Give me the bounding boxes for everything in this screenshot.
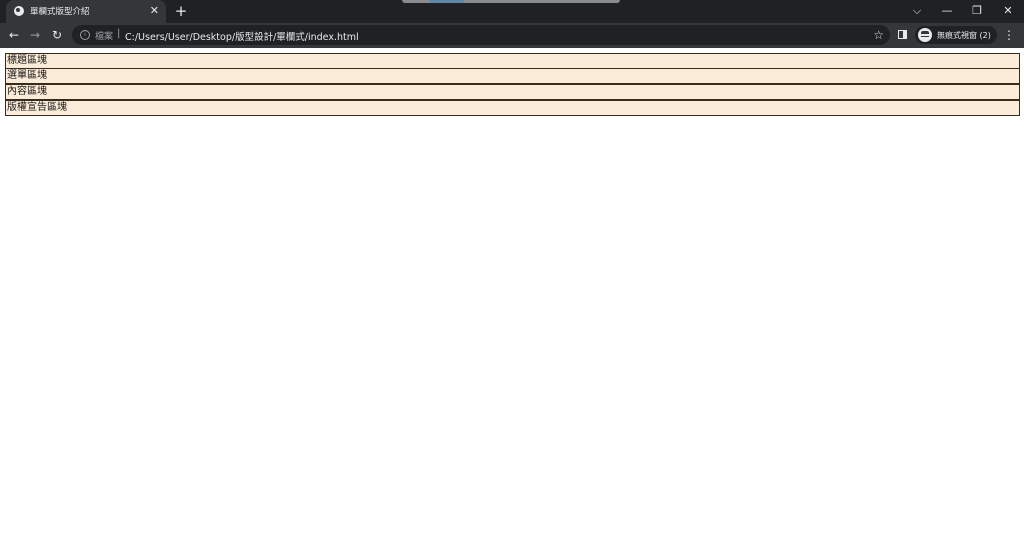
menu-region: 選單區塊 [5,68,1020,84]
url-text[interactable]: C:/Users/User/Desktop/版型設計/單欄式/index.htm… [125,29,359,43]
tab-strip: 單欄式版型介紹 ✕ + ⌵ — ❐ ✕ [0,0,1024,23]
close-window-button[interactable]: ✕ [993,2,1023,20]
incognito-icon [918,28,932,42]
browser-toolbar: ← → ↻ i 檔案 | C:/Users/User/Desktop/版型設計/… [0,23,1024,48]
forward-button[interactable]: → [26,26,44,44]
footer-region: 版權宣告區塊 [5,100,1020,116]
tab-active[interactable]: 單欄式版型介紹 ✕ [6,0,166,23]
incognito-label: 無痕式視窗 (2) [937,31,991,40]
url-divider: | [117,28,121,39]
incognito-indicator[interactable]: 無痕式視窗 (2) [915,26,997,44]
header-region: 標題區塊 [5,53,1020,69]
page-viewport: 標題區塊 選單區塊 內容區塊 版權宣告區塊 [0,48,1024,545]
address-bar[interactable]: i 檔案 | C:/Users/User/Desktop/版型設計/單欄式/in… [72,25,890,45]
tab-title: 單欄式版型介紹 [30,7,90,17]
minimize-button[interactable]: — [932,2,962,20]
bookmark-star-icon[interactable]: ☆ [873,27,884,43]
tab-search-chevron-icon[interactable]: ⌵ [902,2,932,20]
restore-button[interactable]: ❐ [962,2,992,20]
more-menu-icon[interactable]: ⋮ [1002,26,1016,44]
reload-button[interactable]: ↻ [48,26,66,44]
info-icon[interactable]: i [80,30,90,40]
security-label: 檔案 [95,32,114,42]
globe-icon [14,6,24,16]
tab-close-icon[interactable]: ✕ [150,4,159,18]
screen-share-indicator [402,0,620,3]
side-panel-icon[interactable] [898,30,907,39]
content-region: 內容區塊 [5,84,1020,100]
new-tab-button[interactable]: + [172,2,190,20]
back-button[interactable]: ← [5,26,23,44]
browser-chrome: 單欄式版型介紹 ✕ + ⌵ — ❐ ✕ ← → ↻ i 檔案 | C:/User… [0,0,1024,48]
